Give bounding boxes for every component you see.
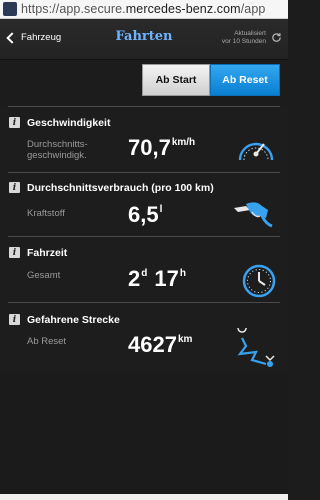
divider xyxy=(8,172,280,173)
ab-reset-button[interactable]: Ab Reset xyxy=(210,64,280,96)
card-subtitle: Durchschnitts- geschwindigk. xyxy=(27,139,88,161)
divider xyxy=(8,302,280,303)
card-subtitle: Ab Reset xyxy=(27,336,67,347)
bottom-edge xyxy=(0,494,288,500)
speed-card: i Geschwindigkeit Durchschnitts- geschwi… xyxy=(0,106,288,172)
empty-area xyxy=(0,372,288,494)
distance-card: i Gefahrene Strecke Ab Reset 4627km xyxy=(0,302,288,372)
card-subtitle: Gesamt xyxy=(27,270,61,281)
fuel-nozzle-icon xyxy=(234,202,273,228)
card-title: Geschwindigkeit xyxy=(27,117,111,129)
info-icon[interactable]: i xyxy=(9,117,20,128)
browser-address-bar[interactable]: https://app.secure.mercedes-benz.com/app xyxy=(0,0,288,19)
ab-start-button[interactable]: Ab Start xyxy=(142,64,210,96)
consumption-card: i Durchschnittsverbrauch (pro 100 km) Kr… xyxy=(0,172,288,236)
card-title: Gefahrene Strecke xyxy=(27,314,120,326)
consumption-value: 6,5l xyxy=(128,202,163,227)
speed-value: 70,7km/h xyxy=(128,135,196,160)
route-icon xyxy=(237,328,275,367)
speedometer-icon xyxy=(238,142,274,161)
app-header: Fahrzeug Fahrten Aktualisiert vor 10 Stu… xyxy=(0,19,288,60)
divider xyxy=(8,106,280,107)
url-text[interactable]: https://app.secure.mercedes-benz.com/app xyxy=(21,2,265,16)
last-updated-text: Aktualisiert vor 10 Stunden xyxy=(221,30,266,45)
distance-value: 4627km xyxy=(128,332,193,357)
segmented-control: Ab Start Ab Reset xyxy=(0,60,288,102)
card-title: Fahrzeit xyxy=(27,247,68,259)
divider xyxy=(8,236,280,237)
card-title: Durchschnittsverbrauch (pro 100 km) xyxy=(27,182,214,194)
clock-icon xyxy=(242,264,276,298)
refresh-icon[interactable] xyxy=(271,32,282,43)
drive-time-value: 2d 17h xyxy=(128,266,186,291)
site-favicon-icon xyxy=(3,2,17,16)
card-subtitle: Kraftstoff xyxy=(27,208,65,219)
drive-time-card: i Fahrzeit Gesamt 2d 17h xyxy=(0,236,288,302)
info-icon[interactable]: i xyxy=(9,247,20,258)
info-icon[interactable]: i xyxy=(9,182,20,193)
info-icon[interactable]: i xyxy=(9,314,20,325)
